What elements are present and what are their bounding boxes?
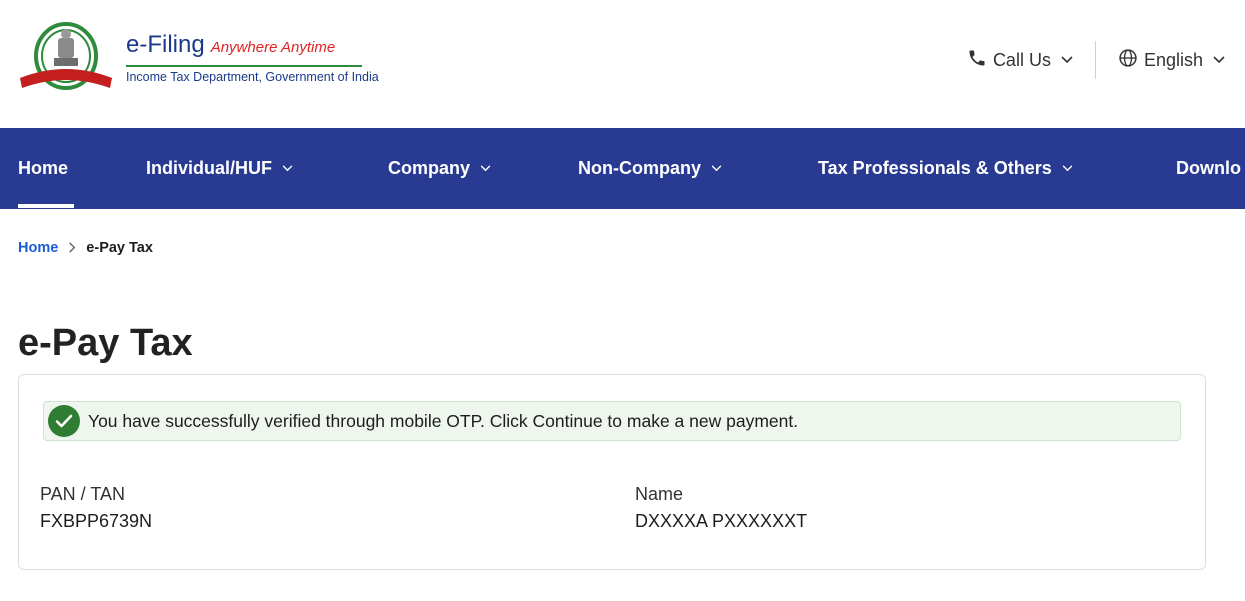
language-selector[interactable]: English	[1118, 48, 1225, 73]
pan-tan-value: FXBPP6739N	[40, 511, 153, 531]
page-title: e-Pay Tax	[18, 322, 193, 364]
pan-tan-label: PAN / TAN	[40, 484, 126, 504]
brand-subtitle: Income Tax Department, Government of Ind…	[126, 70, 379, 84]
verification-card: You have successfully verified through m…	[18, 374, 1206, 570]
brand-tagline: Anywhere Anytime	[210, 39, 336, 56]
brand-underline	[126, 65, 362, 67]
income-tax-emblem-logo[interactable]	[16, 20, 116, 96]
nav-item-home[interactable]: Home	[18, 128, 68, 209]
nav-item-downloads[interactable]: Downlo	[1176, 128, 1241, 209]
nav-item-company[interactable]: Company	[388, 128, 491, 209]
success-alert: You have successfully verified through m…	[43, 401, 1181, 441]
breadcrumb-current: e-Pay Tax	[86, 240, 153, 256]
chevron-down-icon	[711, 163, 722, 175]
call-us-label: Call Us	[992, 49, 1051, 70]
check-circle-icon	[48, 405, 80, 437]
chevron-right-icon	[68, 241, 76, 256]
language-label: English	[1143, 49, 1203, 70]
breadcrumb: Home e-Pay Tax	[18, 240, 153, 256]
brand-block[interactable]: e-Filing Anywhere Anytime Income Tax Depa…	[126, 32, 379, 84]
header-divider	[1094, 41, 1096, 79]
brand-title: e-Filing Anywhere Anytime	[126, 31, 336, 58]
header-actions: Call Us English	[967, 41, 1225, 79]
phone-icon	[967, 48, 987, 73]
nav-item-non-company[interactable]: Non-Company	[578, 128, 722, 209]
name-field: Name DXXXXA PXXXXXXT	[635, 481, 807, 535]
nav-item-tax-professionals[interactable]: Tax Professionals & Others	[818, 128, 1073, 209]
name-value: DXXXXA PXXXXXXT	[635, 511, 808, 531]
chevron-down-icon	[1213, 53, 1225, 67]
pan-tan-field: PAN / TAN FXBPP6739N	[40, 481, 152, 535]
chevron-down-icon	[282, 163, 293, 175]
breadcrumb-home-link[interactable]: Home	[18, 240, 58, 256]
nav-active-indicator	[18, 204, 74, 208]
nav-item-individual-huf[interactable]: Individual/HUF	[146, 128, 293, 209]
name-label: Name	[635, 484, 684, 504]
main-navigation: Home Individual/HUF Company Non-Company …	[0, 128, 1245, 209]
chevron-down-icon	[1061, 53, 1073, 67]
call-us-button[interactable]: Call Us	[967, 48, 1073, 73]
site-header: e-Filing Anywhere Anytime Income Tax Depa…	[0, 0, 1245, 128]
success-message: You have successfully verified through m…	[88, 410, 799, 431]
chevron-down-icon	[480, 163, 491, 175]
chevron-down-icon	[1062, 163, 1073, 175]
globe-icon	[1118, 48, 1138, 73]
